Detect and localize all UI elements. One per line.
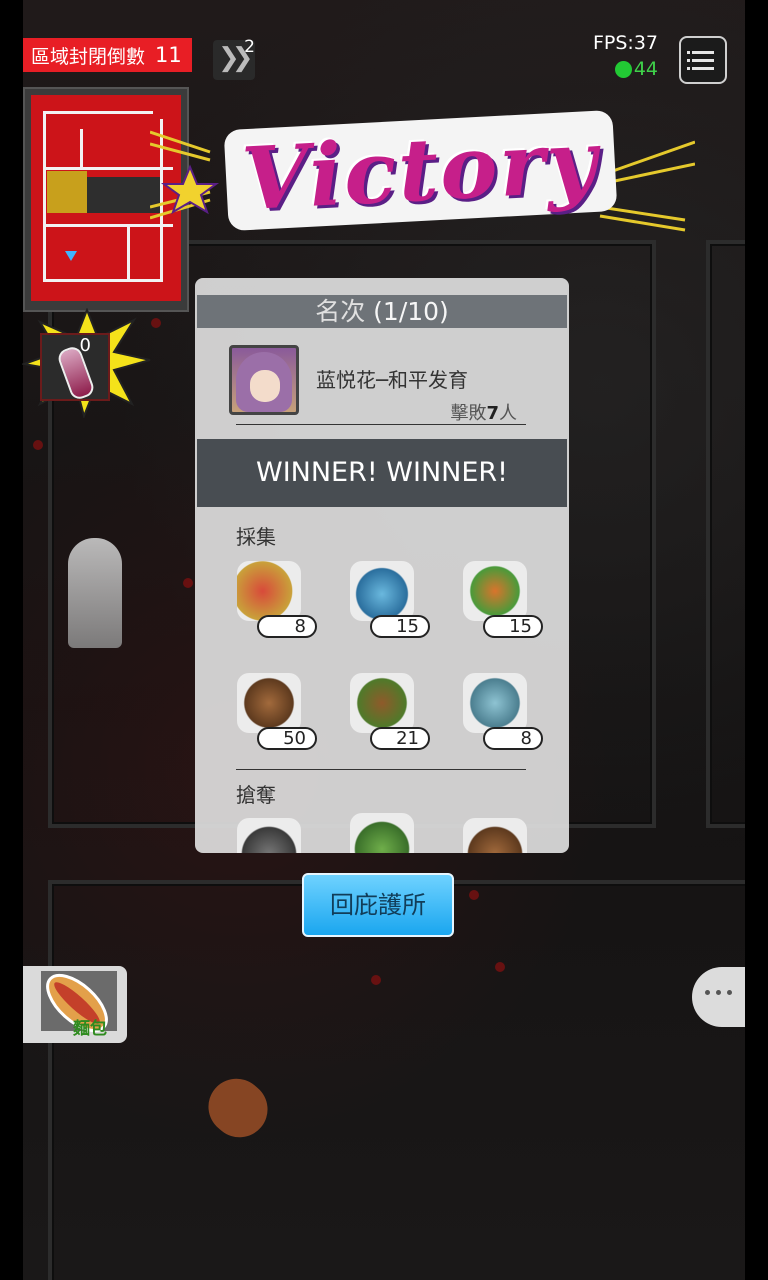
divider bbox=[236, 769, 526, 770]
winner-banner: WINNER! WINNER! bbox=[197, 439, 567, 507]
kills-suffix: 人 bbox=[499, 403, 517, 424]
gather-item-count: 15 bbox=[370, 615, 430, 638]
fast-forward-icon: ❯❯ bbox=[218, 43, 253, 73]
rank-header: 名次 (1/10) bbox=[197, 295, 567, 328]
gather-item-food: 15 bbox=[463, 561, 543, 639]
player-name: 蓝悦花─和平发育 bbox=[316, 368, 469, 392]
minimap-wall bbox=[43, 279, 163, 282]
gather-item-count: 21 bbox=[370, 727, 430, 750]
gather-item-count: 8 bbox=[257, 615, 317, 638]
minimap-wall bbox=[127, 224, 130, 279]
water-bottle-icon bbox=[350, 561, 414, 621]
gather-item-fruit: 8 bbox=[237, 561, 317, 639]
zone-close-countdown: 區域封閉倒數 11 bbox=[23, 38, 192, 72]
loot-item-wood bbox=[463, 818, 543, 853]
zone-close-label: 區域封閉倒數 bbox=[31, 45, 146, 68]
return-shelter-button[interactable]: 回庇護所 bbox=[302, 873, 454, 937]
gather-item-count: 50 bbox=[257, 727, 317, 750]
gear-icon bbox=[237, 818, 301, 853]
victory-title: Victory bbox=[223, 109, 618, 232]
minimap-room-highlight bbox=[47, 171, 87, 213]
gather-item-count: 8 bbox=[483, 727, 543, 750]
rank-value: (1/10) bbox=[373, 297, 449, 326]
kill-count: 擊敗7人 bbox=[450, 399, 517, 425]
gather-item-water: 15 bbox=[350, 561, 430, 639]
ping-indicator: 44 bbox=[614, 58, 658, 80]
bread-quick-use-button[interactable]: 麵包 bbox=[23, 966, 127, 1043]
player-avatar bbox=[229, 345, 299, 415]
kills-number: 7 bbox=[486, 403, 499, 424]
blood-drop bbox=[33, 440, 43, 450]
room-wall bbox=[48, 880, 745, 1280]
herb-icon bbox=[350, 813, 414, 853]
seeds-icon bbox=[350, 673, 414, 733]
consumable-item-slot[interactable]: 0 bbox=[40, 333, 110, 402]
ping-value: 44 bbox=[633, 58, 658, 80]
connection-dot-icon bbox=[614, 60, 632, 78]
room-wall bbox=[706, 240, 745, 828]
item-count: 0 bbox=[79, 335, 91, 356]
statue bbox=[68, 538, 122, 648]
divider bbox=[236, 424, 526, 425]
blood-drop bbox=[469, 890, 479, 900]
victory-banner: Victory bbox=[150, 109, 695, 252]
loot-item-herb bbox=[350, 813, 430, 853]
result-panel[interactable]: 名次 (1/10) 蓝悦花─和平发育 擊敗7人 WINNER! WINNER! … bbox=[195, 278, 569, 853]
menu-button[interactable] bbox=[679, 36, 727, 84]
blood-drop bbox=[183, 578, 193, 588]
pipe-icon bbox=[463, 673, 527, 733]
gather-item-count: 15 bbox=[483, 615, 543, 638]
blood-drop bbox=[151, 318, 161, 328]
wood-log-icon bbox=[463, 818, 527, 853]
minimap-wall bbox=[80, 129, 83, 169]
gather-item-pipe: 8 bbox=[463, 673, 543, 751]
zone-close-count: 11 bbox=[155, 43, 182, 67]
minimap-player-marker bbox=[65, 251, 77, 261]
gather-section-title: 採集 bbox=[236, 525, 276, 549]
fps-counter: FPS:37 bbox=[592, 32, 658, 54]
speed-badge: 2 bbox=[244, 37, 255, 57]
gather-item-seeds: 21 bbox=[350, 673, 430, 751]
wood-log-icon bbox=[237, 673, 301, 733]
dot bbox=[727, 990, 732, 995]
blood-drop bbox=[371, 975, 381, 985]
vegetables-meat-icon bbox=[463, 561, 527, 621]
minimap-wall bbox=[43, 111, 153, 114]
rank-label: 名次 bbox=[315, 297, 366, 326]
blood-drop bbox=[495, 962, 505, 972]
loot-item-gear bbox=[237, 818, 317, 853]
minimap-wall bbox=[43, 111, 46, 281]
fast-forward-button[interactable]: ❯❯ 2 bbox=[213, 37, 255, 80]
dot bbox=[716, 990, 721, 995]
more-options-button[interactable] bbox=[692, 967, 745, 1027]
loot-section-title: 搶奪 bbox=[236, 783, 276, 807]
fruit-basket-icon bbox=[237, 561, 301, 621]
bread-label: 麵包 bbox=[73, 1019, 107, 1039]
dot bbox=[705, 990, 710, 995]
kills-prefix: 擊敗 bbox=[450, 403, 487, 424]
gather-item-wood: 50 bbox=[237, 673, 317, 751]
